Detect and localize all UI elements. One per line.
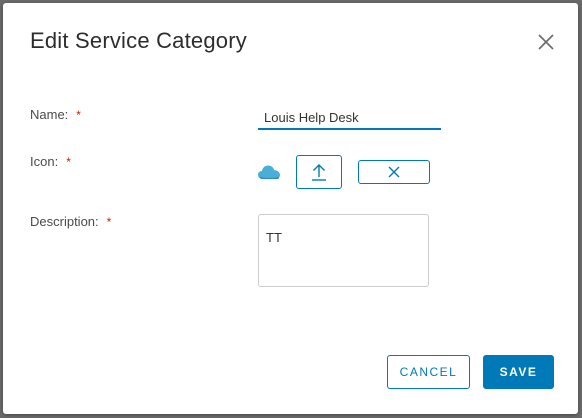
save-button[interactable]: SAVE bbox=[483, 355, 554, 389]
name-input[interactable] bbox=[258, 106, 441, 130]
close-icon bbox=[388, 166, 400, 178]
edit-service-category-dialog: Edit Service Category Name: * Icon: * Desc… bbox=[3, 3, 578, 414]
icon-label: Icon: bbox=[30, 154, 59, 169]
cloud-icon bbox=[258, 165, 280, 179]
required-marker: * bbox=[106, 215, 112, 229]
description-label-row: Description: * bbox=[30, 214, 111, 229]
required-marker: * bbox=[76, 108, 81, 122]
dialog-title: Edit Service Category bbox=[30, 28, 247, 53]
upload-arrow-icon bbox=[312, 164, 326, 181]
required-marker: * bbox=[66, 155, 71, 169]
icon-label-row: Icon: * bbox=[30, 154, 71, 169]
clear-icon-button[interactable] bbox=[358, 160, 430, 184]
description-label: Description: bbox=[30, 214, 99, 229]
cancel-button[interactable]: CANCEL bbox=[387, 355, 470, 389]
name-label: Name: bbox=[30, 107, 69, 122]
upload-icon-button[interactable] bbox=[296, 155, 342, 189]
name-label-row: Name: * bbox=[30, 107, 81, 122]
description-textarea[interactable]: TT bbox=[258, 214, 429, 287]
close-button[interactable] bbox=[534, 30, 558, 54]
close-icon bbox=[538, 34, 554, 50]
